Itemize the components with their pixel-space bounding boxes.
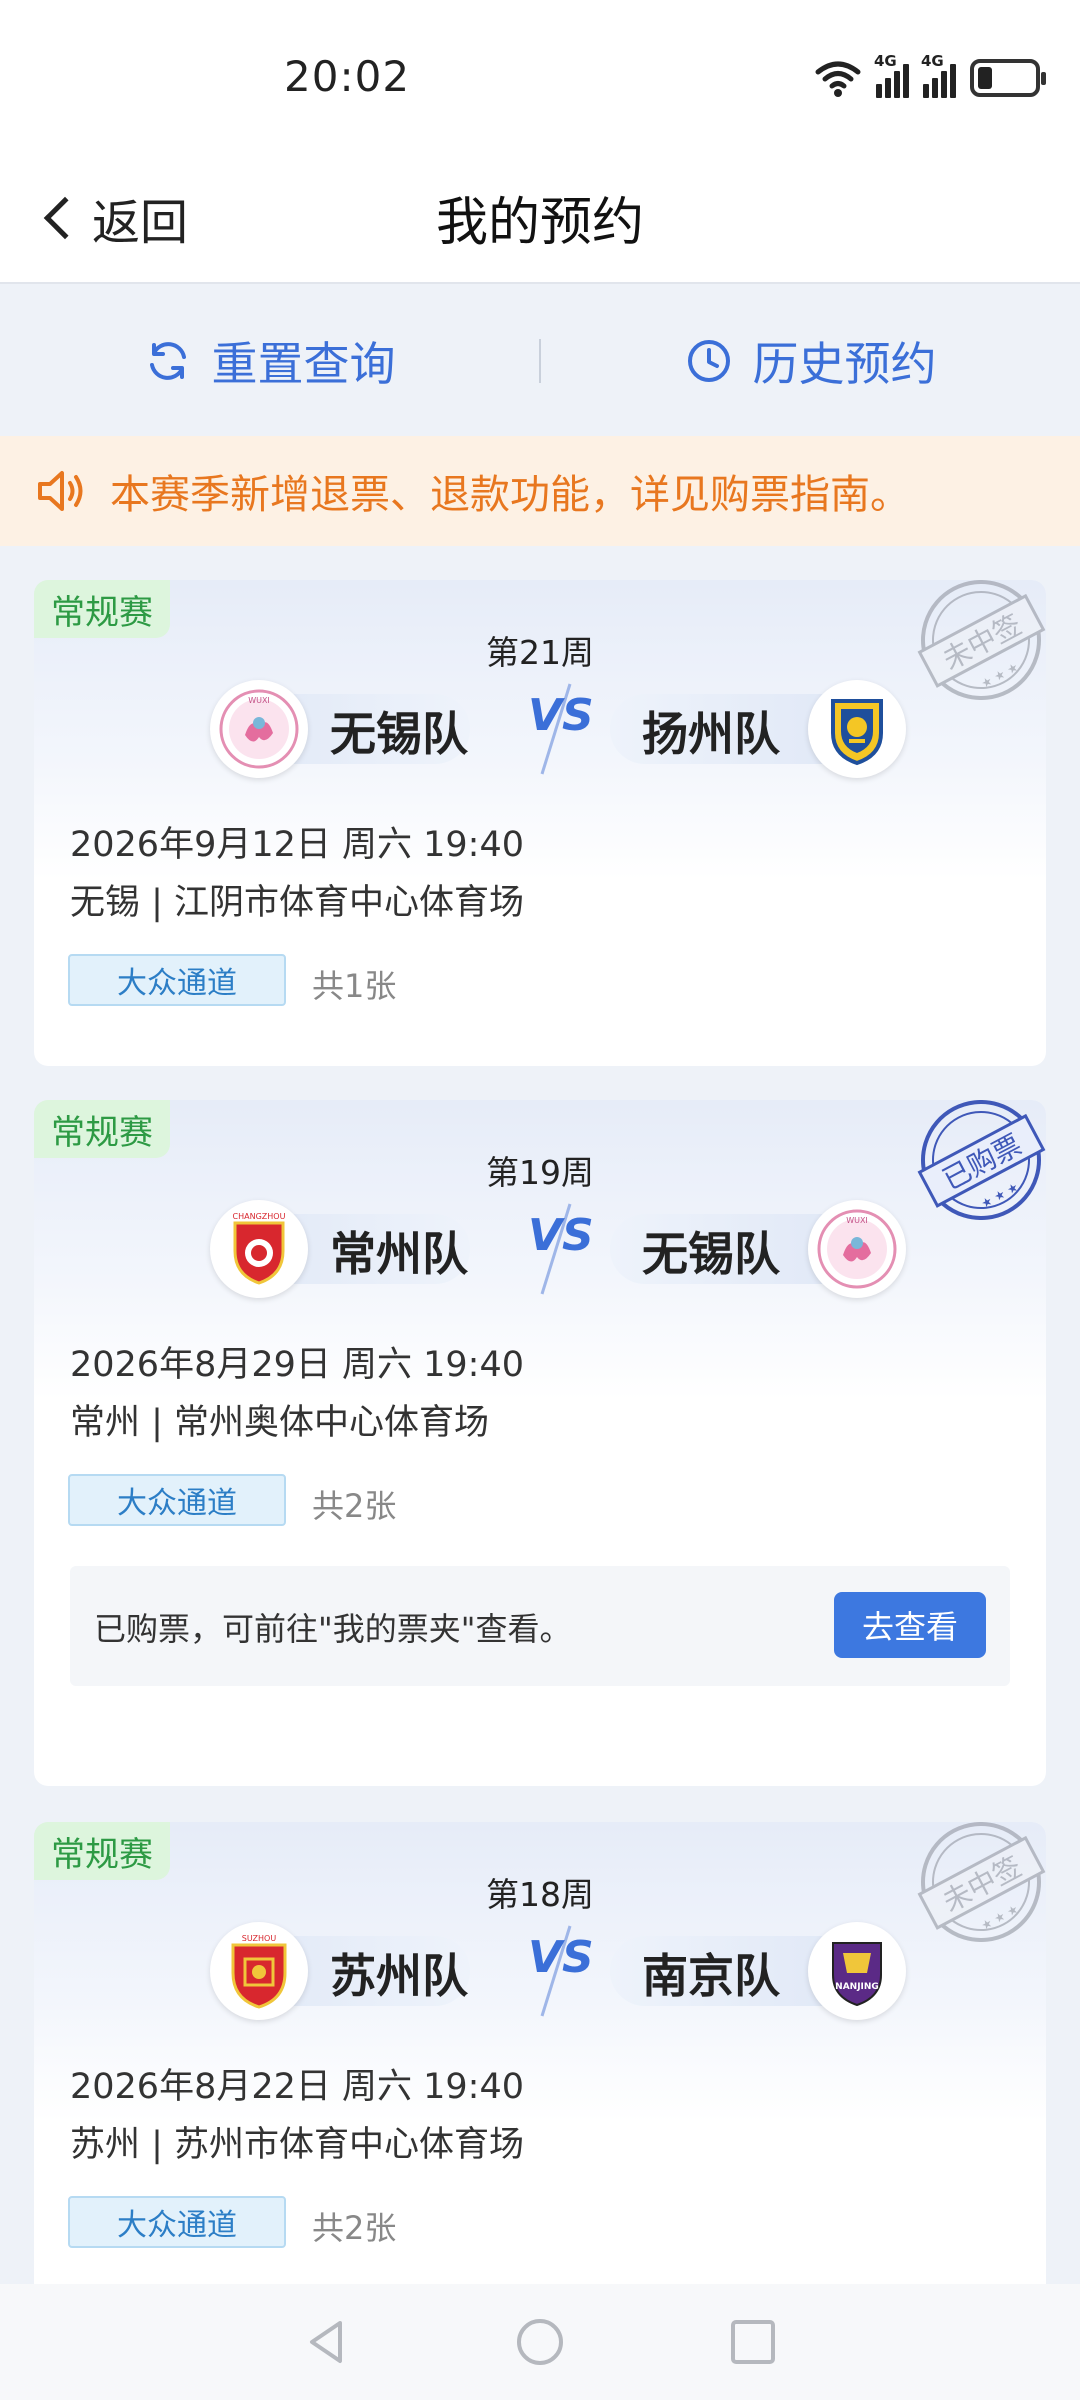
triangle-back-icon — [309, 2321, 342, 2363]
changzhou-logo-icon: CHANGZHOU — [210, 1200, 308, 1298]
booking-card[interactable]: 常规赛 已购票 ★ ★ ★ 第19周 CHANGZHOU WUXI 常州队 VS… — [34, 1100, 1046, 1786]
home-team-name: 无锡队 — [330, 707, 468, 761]
matchup: SUZHOU NANJING 苏州队 VS 南京队 — [34, 1922, 1046, 2022]
clock-icon — [687, 340, 730, 382]
match-venue: 苏州 | 苏州市体育中心体育场 — [70, 2125, 525, 2165]
battery-icon — [970, 59, 1046, 97]
nav-recents-button[interactable] — [723, 2312, 783, 2372]
booking-card[interactable]: 常规赛 未中签 ★ ★ ★ 第21周 WUXI 无锡队 VS 扬州队 2026年… — [34, 580, 1046, 1066]
vs-icon: VS — [528, 1203, 594, 1295]
vs-icon: VS — [528, 683, 594, 775]
matchup: WUXI 无锡队 VS 扬州队 — [34, 680, 1046, 780]
speaker-icon — [38, 471, 83, 511]
channel-badge: 大众通道 — [68, 2196, 286, 2248]
app-header: 返回 我的预约 — [0, 150, 1080, 284]
away-team-name: 南京队 — [642, 1949, 780, 2003]
svg-text:VS: VS — [528, 1932, 594, 1983]
channel-badge: 大众通道 — [68, 1474, 286, 1526]
round-label: 第21周 — [486, 633, 594, 672]
history-booking-button[interactable]: 历史预约 — [541, 328, 1080, 394]
wifi-icon — [815, 61, 861, 97]
match-venue: 常州 | 常州奥体中心体育场 — [70, 1403, 490, 1443]
away-team-name: 扬州队 — [642, 707, 780, 761]
ticket-count: 共2张 — [312, 2209, 397, 2247]
match-venue: 无锡 | 江阴市体育中心体育场 — [70, 883, 525, 923]
system-nav-bar — [0, 2284, 1080, 2400]
ticket-count: 共1张 — [312, 967, 397, 1005]
nanjing-logo-icon: NANJING — [808, 1922, 906, 2020]
action-row: 重置查询 历史预约 — [0, 286, 1080, 436]
nav-home-button[interactable] — [510, 2312, 570, 2372]
booking-card[interactable]: 常规赛 未中签 ★ ★ ★ 第18周 SUZHOU NANJING 苏州队 VS… — [34, 1822, 1046, 2302]
history-booking-label: 历史预约 — [752, 337, 937, 391]
purchase-info-text: 已购票，可前往"我的票夹"查看。 — [94, 1610, 572, 1648]
network-type-1: 4G — [874, 52, 897, 70]
home-team-name: 常州队 — [330, 1227, 468, 1281]
match-time: 2026年9月12日 周六 19:40 — [70, 825, 524, 865]
status-icons: 4G 4G — [814, 52, 1046, 100]
svg-text:CHANGZHOU: CHANGZHOU — [233, 1212, 286, 1221]
cell-signal-icon-1: 4G — [874, 52, 909, 98]
notice-text: 本赛季新增退票、退款功能，详见购票指南。 — [110, 472, 910, 518]
view-tickets-button[interactable]: 去查看 — [834, 1592, 986, 1658]
away-team-name: 无锡队 — [642, 1227, 780, 1281]
match-time: 2026年8月29日 周六 19:40 — [70, 1345, 524, 1385]
match-time: 2026年8月22日 周六 19:40 — [70, 2067, 524, 2107]
reset-query-label: 重置查询 — [211, 337, 396, 391]
cell-signal-icon-2: 4G — [921, 52, 956, 98]
svg-text:VS: VS — [528, 1210, 594, 1261]
svg-text:SUZHOU: SUZHOU — [242, 1934, 277, 1943]
circle-home-icon — [516, 2319, 563, 2365]
svg-text:VS: VS — [528, 690, 594, 741]
page-title: 我的预约 — [435, 193, 644, 253]
network-type-2: 4G — [921, 52, 944, 70]
reset-query-button[interactable]: 重置查询 — [0, 328, 539, 394]
round-label: 第18周 — [486, 1875, 594, 1914]
ticket-count: 共2张 — [312, 1487, 397, 1525]
suzhou-logo-icon: SUZHOU — [210, 1922, 308, 2020]
square-recents-icon — [731, 2320, 776, 2364]
status-time: 20:02 — [284, 52, 411, 101]
yangzhou-logo-icon — [808, 680, 906, 778]
vs-icon: VS — [528, 1925, 594, 2017]
notice-banner: 本赛季新增退票、退款功能，详见购票指南。 — [0, 436, 1080, 546]
nav-back-button[interactable] — [297, 2312, 357, 2372]
svg-text:WUXI: WUXI — [846, 1216, 868, 1225]
status-bar: 20:02 4G 4G — [0, 0, 1080, 150]
svg-text:NANJING: NANJING — [835, 1982, 879, 1992]
wuxi-logo-icon: WUXI — [210, 680, 308, 778]
purchase-info-box: 已购票，可前往"我的票夹"查看。 去查看 — [70, 1566, 1010, 1686]
refresh-icon — [149, 342, 186, 380]
round-label: 第19周 — [486, 1153, 594, 1192]
channel-badge: 大众通道 — [68, 954, 286, 1006]
wuxi-logo-icon: WUXI — [808, 1200, 906, 1298]
svg-text:WUXI: WUXI — [248, 696, 270, 705]
home-team-name: 苏州队 — [330, 1949, 468, 2003]
matchup: CHANGZHOU WUXI 常州队 VS 无锡队 — [34, 1200, 1046, 1300]
